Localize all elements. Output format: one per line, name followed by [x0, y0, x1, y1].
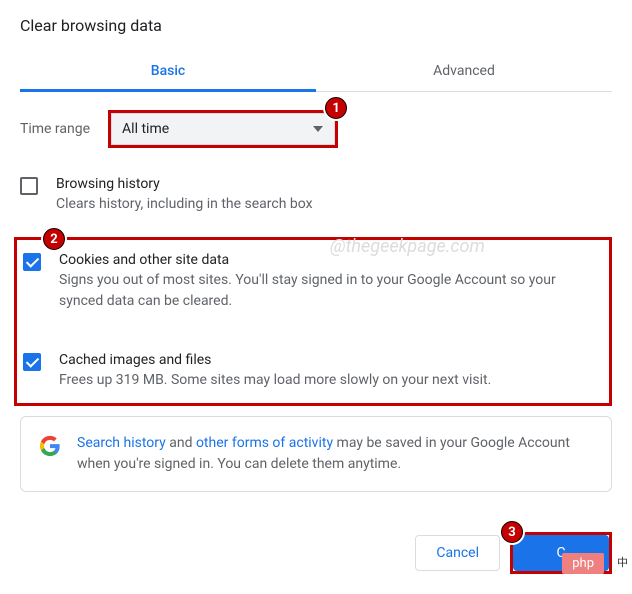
annotation-badge-1: 1	[323, 95, 349, 121]
cancel-button[interactable]: Cancel	[415, 535, 500, 571]
dialog-footer: Cancel 3 C	[415, 532, 612, 574]
clear-browsing-data-dialog: Clear browsing data Basic Advanced Time …	[0, 0, 632, 492]
dialog-title: Clear browsing data	[20, 16, 612, 35]
checkbox-browsing-history[interactable]	[20, 177, 38, 195]
option-desc: Frees up 319 MB. Some sites may load mor…	[59, 370, 593, 391]
tab-advanced[interactable]: Advanced	[316, 51, 612, 91]
option-title: Cached images and files	[59, 352, 593, 368]
checkbox-cache[interactable]	[23, 353, 41, 371]
clear-data-button[interactable]: C	[513, 535, 609, 571]
tabs: Basic Advanced	[20, 51, 612, 92]
annotation-badge-2: 2	[41, 226, 67, 252]
overlay-cn-text: 中	[617, 554, 628, 570]
link-search-history[interactable]: Search history	[77, 435, 166, 451]
option-title: Cookies and other site data	[59, 252, 593, 268]
google-logo-icon	[39, 435, 61, 457]
option-desc: Clears history, including in the search …	[56, 194, 602, 215]
google-account-info: Search history and other forms of activi…	[20, 416, 612, 492]
option-cookies: Cookies and other site data Signs you ou…	[23, 252, 603, 312]
annotation-box-2: 2 Cookies and other site data Signs you …	[14, 237, 612, 406]
annotation-badge-3: 3	[499, 519, 525, 545]
time-range-value: All time	[122, 121, 169, 137]
annotation-box-1: All time 1	[108, 110, 338, 148]
time-range-label: Time range	[20, 121, 90, 137]
checkbox-cookies[interactable]	[23, 253, 41, 271]
option-cache: Cached images and files Frees up 319 MB.…	[23, 352, 603, 391]
option-desc: Signs you out of most sites. You'll stay…	[59, 270, 593, 312]
time-range-row: Time range All time 1	[20, 110, 612, 148]
annotation-box-3: 3 C	[510, 532, 612, 574]
tab-basic[interactable]: Basic	[20, 51, 316, 91]
time-range-select[interactable]: All time	[111, 113, 335, 145]
option-browsing-history: Browsing history Clears history, includi…	[20, 176, 612, 215]
option-title: Browsing history	[56, 176, 602, 192]
link-other-activity[interactable]: other forms of activity	[196, 435, 333, 451]
info-text: Search history and other forms of activi…	[77, 433, 593, 475]
